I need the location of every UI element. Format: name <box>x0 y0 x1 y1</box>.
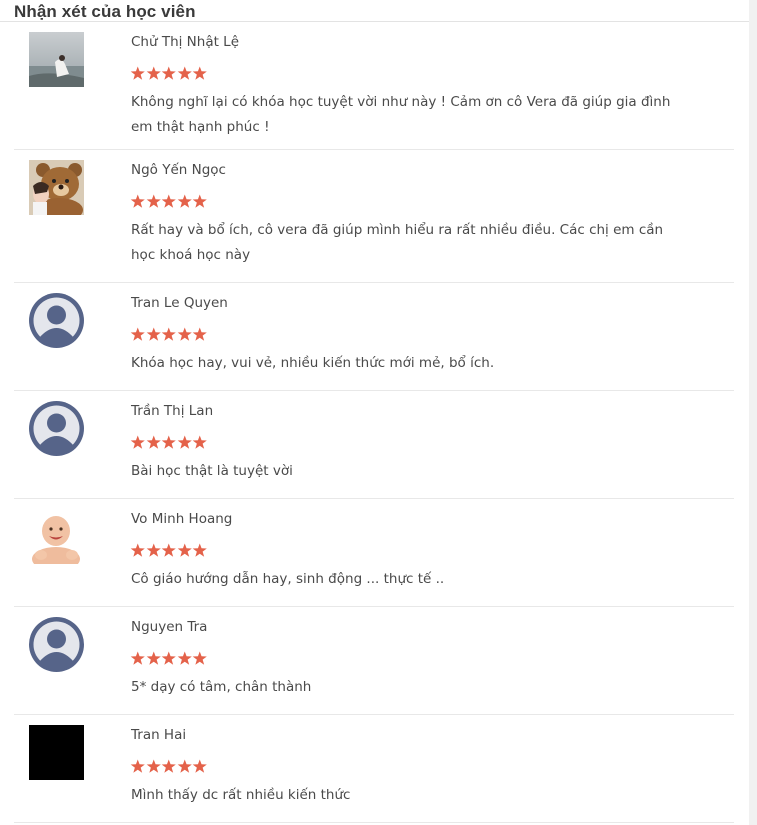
review-item: Chử Thị Nhật Lệ Không nghĩ lại có khóa họ… <box>14 22 734 150</box>
star-icon <box>161 651 176 665</box>
reviews-panel: Nhận xét của học viên Chử Thị Nhật Lệ Khô… <box>0 0 749 825</box>
review-item: Vo Minh Hoang Cô giáo hướng dẫn hay, sinh… <box>14 499 734 607</box>
review-comment: Không nghĩ lại có khóa học tuyệt vời như… <box>131 94 671 135</box>
star-icon <box>177 66 192 80</box>
star-icon <box>146 327 161 341</box>
review-item: Nguyen Tra 5* dạy có tâm, chân thành <box>14 607 734 715</box>
reviews-header: Nhận xét của học viên <box>0 0 749 22</box>
star-icon <box>177 651 192 665</box>
reviewer-name: Chử Thị Nhật Lệ <box>131 34 240 50</box>
star-icon <box>177 759 192 773</box>
reviewer-name: Nguyen Tra <box>131 619 208 635</box>
star-icon <box>177 327 192 341</box>
review-comment: 5* dạy có tâm, chân thành <box>131 679 312 695</box>
star-icon <box>146 651 161 665</box>
review-comment: Bài học thật là tuyệt vời <box>131 463 293 479</box>
review-item: Trần Thị Lan Bài học thật là tuyệt vời <box>14 391 734 499</box>
star-icon <box>192 327 207 341</box>
star-rating <box>130 651 208 667</box>
star-icon <box>192 66 207 80</box>
photo-teddy-bear-icon <box>29 160 84 215</box>
star-icon <box>177 194 192 208</box>
star-rating <box>130 327 208 343</box>
star-icon <box>130 194 145 208</box>
star-icon <box>161 759 176 773</box>
reviewer-name: Vo Minh Hoang <box>131 511 233 527</box>
default-user-icon <box>29 293 84 348</box>
black-square-icon <box>29 725 84 780</box>
star-icon <box>146 759 161 773</box>
photo-baby-icon <box>29 509 84 564</box>
star-icon <box>130 543 145 557</box>
star-icon <box>161 66 176 80</box>
star-icon <box>130 651 145 665</box>
review-comment: Khóa học hay, vui vẻ, nhiều kiến thức mớ… <box>131 355 495 371</box>
star-icon <box>177 435 192 449</box>
star-icon <box>192 651 207 665</box>
review-item: Tran Hai Mình thấy dc rất nhiều kiến thức <box>14 715 734 823</box>
star-icon <box>161 327 176 341</box>
star-icon <box>130 759 145 773</box>
review-comment: Rất hay và bổ ích, cô vera đã giúp mình … <box>131 222 664 263</box>
reviewer-name: Ngô Yến Ngọc <box>131 162 226 178</box>
star-icon <box>130 66 145 80</box>
star-rating <box>130 66 208 82</box>
star-icon <box>146 194 161 208</box>
star-icon <box>192 194 207 208</box>
review-comment: Mình thấy dc rất nhiều kiến thức <box>131 787 351 803</box>
star-icon <box>177 543 192 557</box>
star-icon <box>146 543 161 557</box>
star-icon <box>192 759 207 773</box>
review-list: Chử Thị Nhật Lệ Không nghĩ lại có khóa họ… <box>0 22 749 823</box>
star-icon <box>130 327 145 341</box>
star-rating <box>130 194 208 210</box>
default-user-icon <box>29 617 84 672</box>
reviewer-name: Tran Hai <box>131 727 187 743</box>
star-icon <box>146 435 161 449</box>
star-icon <box>146 66 161 80</box>
review-comment: Cô giáo hướng dẫn hay, sinh động ... thự… <box>131 571 445 587</box>
review-item: Ngô Yến Ngọc Rất hay và bổ ích, cô vera đ… <box>14 150 734 283</box>
star-icon <box>161 194 176 208</box>
section-title: Nhận xét của học viên <box>14 2 196 21</box>
star-rating <box>130 759 208 775</box>
reviewer-name: Tran Le Quyen <box>131 295 228 311</box>
star-icon <box>192 435 207 449</box>
star-icon <box>192 543 207 557</box>
default-user-icon <box>29 401 84 456</box>
star-icon <box>161 435 176 449</box>
star-icon <box>161 543 176 557</box>
star-rating <box>130 543 208 559</box>
photo-girl-by-sea-icon <box>29 32 84 87</box>
star-icon <box>130 435 145 449</box>
reviewer-name: Trần Thị Lan <box>131 403 214 419</box>
review-item: Tran Le Quyen Khóa học hay, vui vẻ, nhiều… <box>14 283 734 391</box>
star-rating <box>130 435 208 451</box>
